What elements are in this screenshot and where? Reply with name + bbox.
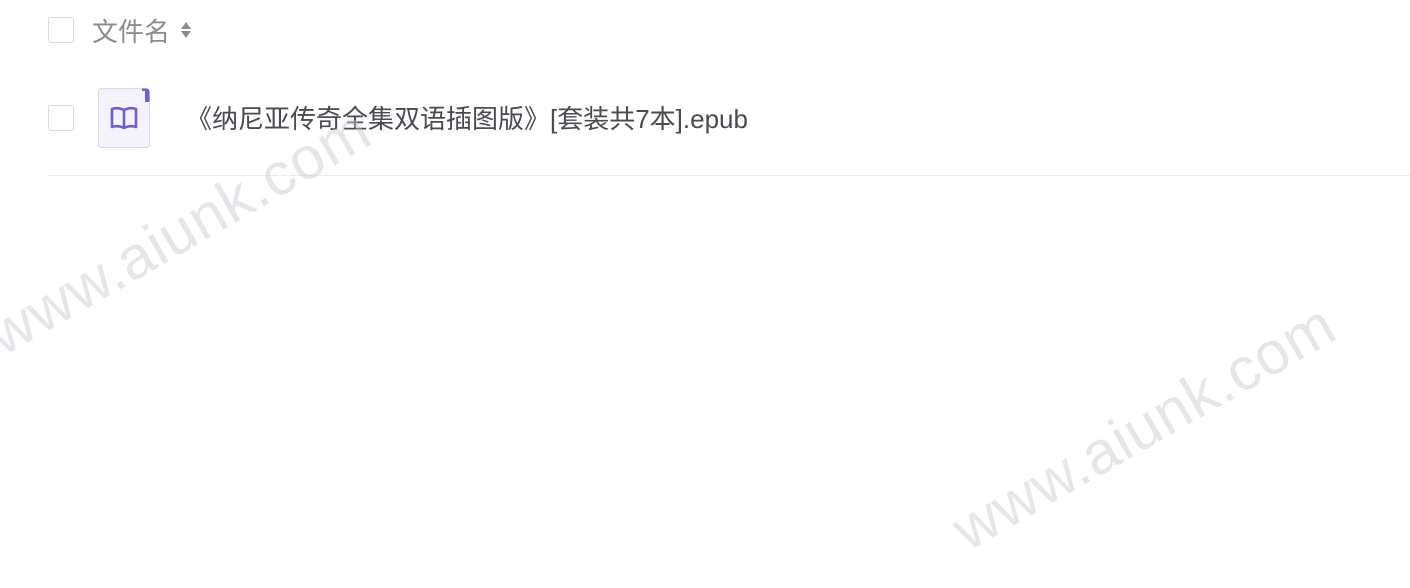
watermark: www.aiunk.com bbox=[941, 290, 1347, 564]
file-list: 文件名 《纳尼亚传奇全集双语插图版》[套装共7本].epub bbox=[48, 0, 1410, 176]
file-browser-page: 文件名 《纳尼亚传奇全集双语插图版》[套装共7本].epub www.aiunk… bbox=[0, 0, 1410, 588]
file-name[interactable]: 《纳尼亚传奇全集双语插图版》[套装共7本].epub bbox=[186, 99, 748, 136]
file-row[interactable]: 《纳尼亚传奇全集双语插图版》[套装共7本].epub bbox=[48, 60, 1410, 176]
file-row-checkbox[interactable] bbox=[48, 104, 74, 131]
filename-column-label: 文件名 bbox=[92, 16, 171, 47]
book-icon[interactable] bbox=[98, 87, 150, 148]
sort-icon[interactable] bbox=[180, 18, 192, 42]
list-header: 文件名 bbox=[48, 0, 1410, 60]
select-all-checkbox[interactable] bbox=[48, 17, 74, 43]
filename-column-header[interactable]: 文件名 bbox=[92, 12, 192, 49]
